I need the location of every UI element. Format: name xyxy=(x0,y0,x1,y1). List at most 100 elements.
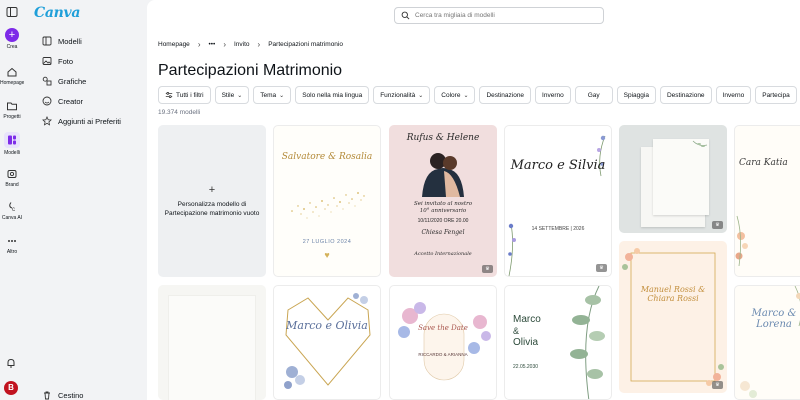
results-count: 19.374 modelli xyxy=(158,109,201,116)
tag-chip[interactable]: Inverno xyxy=(535,86,571,104)
search-icon xyxy=(401,11,410,20)
chevron-down-icon: ⌄ xyxy=(463,92,469,99)
template-names: RICCARDO & ARIANNA xyxy=(418,352,468,357)
template-names: Manuel Rossi & Chiara Rossi xyxy=(640,285,706,303)
chevron-down-icon: ⌄ xyxy=(418,92,424,99)
template-card[interactable]: Cara Katia xyxy=(734,125,800,277)
left-rail: + Crea Homepage Progetti Modelli Brand c… xyxy=(0,0,24,400)
floral-decoration xyxy=(398,302,491,381)
tag-chip[interactable]: Spiaggia xyxy=(616,86,656,104)
chevron-right-icon: › xyxy=(223,40,226,49)
template-card[interactable]: Marco e Olivia xyxy=(273,285,381,400)
tag-chip[interactable]: Inverno xyxy=(715,86,752,104)
template-card[interactable]: Manuel Rossi & Chiara Rossi ♛ xyxy=(619,241,727,393)
tag-chip[interactable]: Destinazione xyxy=(479,86,532,104)
template-names: Salvatore & Rosalia xyxy=(281,152,373,162)
star-icon xyxy=(42,116,52,126)
sidebar-item-creator[interactable]: Creator xyxy=(42,94,83,108)
template-date: 22.05.2030 xyxy=(513,364,539,370)
tag-chip[interactable]: Partecipa xyxy=(755,86,797,104)
rail-item-altro[interactable]: Altro xyxy=(0,235,24,255)
notification-bell-icon[interactable] xyxy=(5,357,17,369)
floral-decoration xyxy=(735,215,748,267)
breadcrumb: Homepage › ••• › Invito › Partecipazioni… xyxy=(158,40,343,49)
template-line: Sei invitato al nostro xyxy=(413,201,473,207)
all-filters-button[interactable]: Tutti i filtri xyxy=(158,86,211,104)
sidebar-item-grafiche[interactable]: Grafiche xyxy=(42,74,86,88)
breadcrumb-more[interactable]: ••• xyxy=(208,41,215,48)
user-avatar[interactable]: B xyxy=(4,381,18,395)
my-language-toggle[interactable]: Solo nella mia lingua xyxy=(295,86,370,104)
template-line: Accetto Internazionale xyxy=(414,251,472,257)
rail-label: Canva AI xyxy=(1,215,23,221)
template-card[interactable]: Marco & Olivia 22.05.2030 xyxy=(504,285,612,400)
gold-glitter-decoration xyxy=(291,192,365,219)
color-dropdown[interactable]: Colore ⌄ xyxy=(434,86,476,104)
template-line: 10° anniversario xyxy=(419,208,467,214)
sidebar-item-modelli[interactable]: Modelli xyxy=(42,34,82,48)
photo-icon xyxy=(42,57,52,65)
template-names: Marco e Olivia xyxy=(286,319,368,332)
chip-label: Tema xyxy=(260,91,277,99)
page-title: Partecipazioni Matrimonio xyxy=(158,62,343,79)
search-input[interactable] xyxy=(415,12,595,19)
template-date: 27 LUGLIO 2024 xyxy=(302,239,352,245)
sidebar-item-preferiti[interactable]: Aggiunti ai Preferiti xyxy=(42,114,121,128)
template-card[interactable] xyxy=(158,285,266,400)
tag-chip[interactable]: Gay xyxy=(574,86,613,104)
blank-invitation-preview xyxy=(168,295,256,400)
rail-item-modelli[interactable]: Modelli xyxy=(0,132,24,156)
chip-label: Gay xyxy=(587,91,600,99)
home-icon xyxy=(7,67,17,77)
rail-item-crea[interactable]: + Crea xyxy=(0,28,24,50)
rail-label: Progetti xyxy=(3,114,21,120)
template-card[interactable]: Rufus & Helene Sei invitato al nostro 10… xyxy=(389,125,497,277)
breadcrumb-current: Partecipazioni matrimonio xyxy=(268,41,343,48)
invitation-preview xyxy=(653,139,709,215)
premium-crown-icon: ♛ xyxy=(712,221,723,229)
rail-label: Modelli xyxy=(4,150,20,156)
breadcrumb-homepage[interactable]: Homepage xyxy=(158,41,190,48)
chip-label: Spiaggia xyxy=(623,91,649,99)
custom-blank-template-card[interactable]: + Personalizza modello di Partecipazione… xyxy=(158,125,266,277)
sidebar-toggle-icon[interactable] xyxy=(6,6,18,18)
chip-label: Destinazione xyxy=(486,91,525,99)
ai-sparkle-icon: c xyxy=(9,202,15,213)
chip-label: Partecipa xyxy=(762,91,790,99)
premium-crown-icon: ♛ xyxy=(482,265,493,273)
rail-item-brand[interactable]: Brand xyxy=(0,168,24,188)
shapes-icon xyxy=(42,76,52,86)
sidebar-item-label: Foto xyxy=(58,56,74,66)
premium-crown-icon: ♛ xyxy=(712,381,723,389)
search-bar[interactable] xyxy=(394,7,604,24)
style-dropdown[interactable]: Stile ⌄ xyxy=(214,86,250,104)
sidebar-item-label: Modelli xyxy=(58,36,82,46)
rail-label: Homepage xyxy=(0,80,25,86)
template-names: Marco e Silvia xyxy=(510,158,606,173)
tag-chip[interactable]: Destinazione xyxy=(659,86,712,104)
breadcrumb-invito[interactable]: Invito xyxy=(234,41,250,48)
template-card[interactable]: Salvatore & Rosalia 27 LUGLIO 2024 ♥ xyxy=(273,125,381,277)
chip-label: Stile xyxy=(221,91,235,99)
sidebar-item-foto[interactable]: Foto xyxy=(42,54,73,68)
trash-icon xyxy=(44,391,50,400)
rail-item-progetti[interactable]: Progetti xyxy=(0,100,24,120)
template-card[interactable]: Marco e Silvia 14 SETTEMBRE | 2026 ♛ xyxy=(504,125,612,277)
eucalyptus-decoration xyxy=(570,286,605,399)
more-dots-icon xyxy=(8,240,16,242)
folder-icon xyxy=(7,102,17,111)
custom-card-label: Personalizza modello di Partecipazione m… xyxy=(164,201,260,217)
rail-item-homepage[interactable]: Homepage xyxy=(0,66,24,86)
heart-icon: ♥ xyxy=(324,250,330,260)
theme-dropdown[interactable]: Tema ⌄ xyxy=(253,86,292,104)
template-card[interactable]: Marco & Lorena xyxy=(734,285,800,400)
rail-item-canva-ai[interactable]: c Canva AI xyxy=(0,201,24,221)
sidebar-panel: Canva Modelli Foto Grafiche Creator Aggi… xyxy=(24,0,147,400)
template-card[interactable]: Save the Date RICCARDO & ARIANNA xyxy=(389,285,497,400)
sidebar-item-label: Cestino xyxy=(58,390,84,400)
features-dropdown[interactable]: Funzionalità ⌄ xyxy=(373,86,431,104)
template-card[interactable]: ♛ xyxy=(619,125,727,233)
canva-logo[interactable]: Canva xyxy=(34,5,80,21)
sidebar-item-cestino[interactable]: Cestino xyxy=(42,388,83,400)
rail-label: Altro xyxy=(6,249,18,255)
